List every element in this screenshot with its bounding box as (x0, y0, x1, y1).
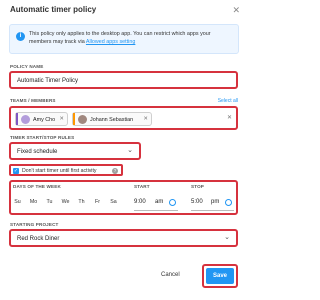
clear-members-icon[interactable]: ✕ (227, 114, 232, 121)
day-toggle[interactable]: Su (11, 199, 24, 205)
stop-underline (191, 210, 234, 211)
first-activity-option[interactable]: ✓ Don't start timer until first activity… (9, 164, 123, 176)
timer-rules-label: TIMER START/STOP RULES (10, 135, 75, 140)
first-activity-label: Don't start timer until first activity (22, 167, 97, 174)
chip-color-bar (73, 113, 75, 125)
day-toggle[interactable]: Tu (43, 199, 56, 205)
members-multiselect[interactable]: Amy Cho ✕ Johann Sebastian ✕ ✕ (9, 106, 238, 130)
dialog-title: Automatic timer policy (10, 5, 97, 14)
allowed-apps-link[interactable]: Allowed apps setting (86, 39, 135, 45)
policy-name-value: Automatic Timer Policy (17, 78, 79, 84)
info-banner: i This policy only applies to the deskto… (9, 24, 239, 54)
starting-project-label: STARTING PROJECT (10, 222, 59, 227)
timer-rules-select[interactable]: Fixed schedule ⌄ (9, 142, 141, 160)
start-label: START (134, 184, 150, 189)
policy-name-label: POLICY NAME (10, 64, 44, 69)
stop-time-input[interactable]: 5:00 (191, 199, 203, 205)
member-name: Johann Sebastian (90, 116, 134, 123)
policy-name-input[interactable]: Automatic Timer Policy (9, 71, 238, 89)
cancel-button[interactable]: Cancel (161, 272, 180, 278)
clock-icon[interactable] (225, 199, 232, 206)
info-text: This policy only applies to the desktop … (29, 30, 234, 46)
day-toggle[interactable]: Sa (107, 199, 120, 205)
member-chip[interactable]: Amy Cho ✕ (15, 112, 68, 126)
teams-members-label: TEAMS / MEMBERS (10, 98, 56, 103)
starting-project-value: Red Rock Diner (17, 236, 60, 242)
start-time-input[interactable]: 9:00 (134, 199, 146, 205)
first-activity-checkbox[interactable]: ✓ (13, 167, 19, 174)
stop-label: STOP (191, 184, 205, 189)
start-underline (134, 210, 178, 211)
close-icon[interactable]: ✕ (232, 5, 240, 16)
help-icon[interactable]: ? (112, 167, 118, 174)
day-toggle[interactable]: Fr (91, 199, 104, 205)
day-toggle[interactable]: Th (75, 199, 88, 205)
save-button[interactable]: Save (206, 268, 234, 284)
info-icon: i (16, 32, 25, 41)
schedule-panel: DAYS OF THE WEEK Su Mo Tu We Th Fr Sa ST… (9, 180, 238, 215)
remove-chip-icon[interactable]: ✕ (143, 116, 148, 122)
avatar (21, 115, 30, 124)
timer-rules-value: Fixed schedule (17, 149, 58, 155)
day-toggle[interactable]: We (59, 199, 72, 205)
chip-color-bar (16, 113, 18, 125)
clock-icon[interactable] (169, 199, 176, 206)
remove-chip-icon[interactable]: ✕ (59, 116, 64, 122)
starting-project-select[interactable]: Red Rock Diner ⌄ (9, 229, 238, 247)
avatar (78, 115, 87, 124)
select-all-link[interactable]: Select all (218, 98, 238, 104)
day-toggle[interactable]: Mo (27, 199, 40, 205)
start-ampm[interactable]: am (155, 199, 163, 205)
save-button-highlight: Save (202, 264, 238, 288)
chevron-down-icon: ⌄ (127, 147, 133, 154)
member-chip[interactable]: Johann Sebastian ✕ (72, 112, 152, 126)
chevron-down-icon: ⌄ (224, 234, 230, 241)
days-label: DAYS OF THE WEEK (13, 184, 61, 189)
stop-ampm[interactable]: pm (211, 199, 219, 205)
member-name: Amy Cho (33, 116, 56, 123)
